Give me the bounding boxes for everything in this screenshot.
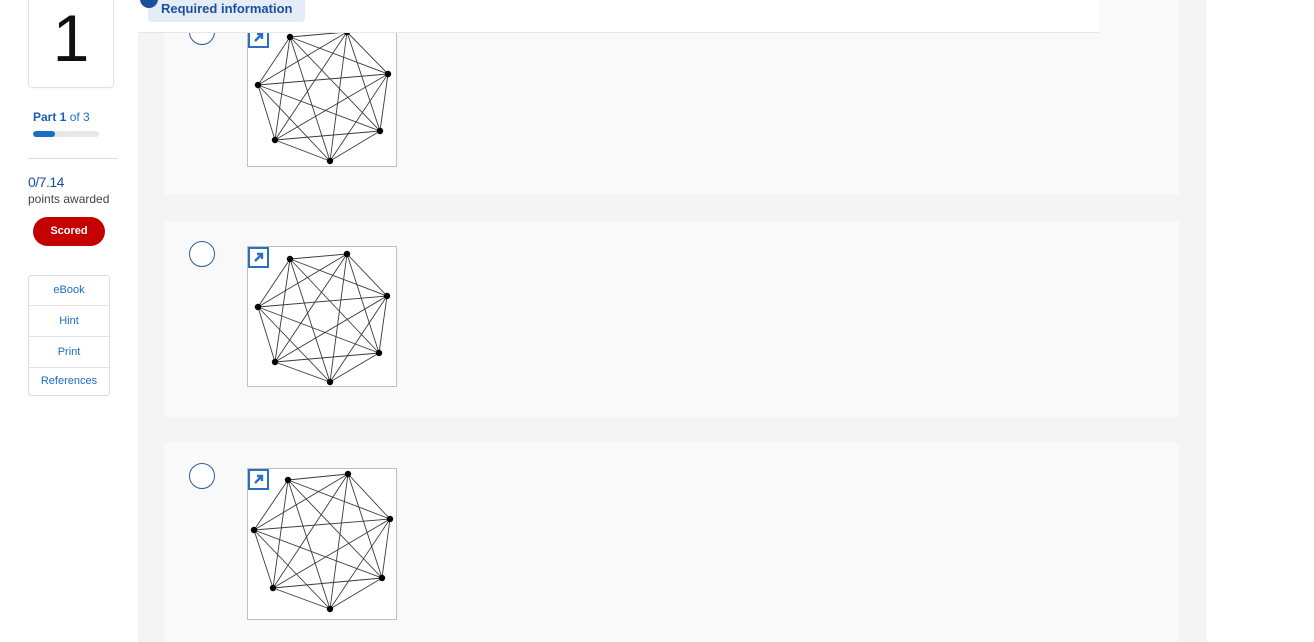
graph-edge xyxy=(347,473,383,579)
option-3-graph-image xyxy=(250,470,394,613)
graph-edge xyxy=(257,253,348,308)
graph-vertex xyxy=(254,81,262,89)
graph-edge xyxy=(253,518,391,531)
graph-edge xyxy=(274,139,331,162)
ebook-button[interactable]: eBook xyxy=(29,276,109,306)
references-button[interactable]: References xyxy=(29,368,109,395)
graph-vertex xyxy=(284,476,292,484)
graph-edge xyxy=(329,473,349,610)
tools-panel: eBook Hint Print References xyxy=(28,275,110,396)
graph-vertex xyxy=(386,515,394,523)
graph-vertex xyxy=(384,70,392,78)
part-progress-bar xyxy=(33,131,99,137)
graph-vertex xyxy=(250,526,258,534)
graph-edge xyxy=(272,577,383,589)
part-total: of 3 xyxy=(69,110,90,124)
graph-edge xyxy=(253,529,274,589)
header-bar: Required information xyxy=(138,0,1099,33)
question-number-card: 1 xyxy=(28,0,114,88)
graph-edge xyxy=(257,84,381,132)
answer-option-3 xyxy=(164,443,1179,642)
graph-edge xyxy=(289,258,331,383)
graph-edge xyxy=(287,479,391,520)
print-button[interactable]: Print xyxy=(29,337,109,368)
hint-button[interactable]: Hint xyxy=(29,306,109,337)
scored-badge: Scored xyxy=(33,217,105,246)
graph-edge xyxy=(378,295,388,354)
expand-icon[interactable] xyxy=(248,247,269,268)
part-current: Part 1 xyxy=(33,110,67,124)
graph-vertex xyxy=(326,605,334,613)
graph-edge xyxy=(289,253,348,260)
graph-vertex xyxy=(378,574,386,582)
graph-edge xyxy=(329,295,388,383)
option-2-graph-figure xyxy=(247,246,397,387)
graph-edge xyxy=(257,73,389,86)
graph-edge xyxy=(272,518,391,589)
graph-edge xyxy=(257,306,331,383)
graph-edge xyxy=(287,479,331,610)
graph-edge xyxy=(329,73,389,162)
graph-vertex xyxy=(254,303,262,311)
graph-edge xyxy=(289,258,388,297)
graph-vertex xyxy=(286,33,294,41)
graph-edge xyxy=(329,518,391,610)
graph-edge xyxy=(346,31,389,75)
graph-edge xyxy=(289,36,381,132)
graph-edge xyxy=(257,84,331,162)
graph-edge xyxy=(257,84,276,141)
expand-icon[interactable] xyxy=(248,469,269,490)
graph-edge xyxy=(274,352,380,363)
graph-edge xyxy=(379,73,389,132)
graph-edge xyxy=(329,577,383,610)
graph-vertex xyxy=(343,250,351,258)
graph-vertex xyxy=(383,292,391,300)
graph-edge xyxy=(274,73,389,141)
graph-edge xyxy=(347,473,391,520)
graph-vertex xyxy=(269,584,277,592)
graph-edge xyxy=(381,518,391,579)
sidebar-divider xyxy=(28,158,118,159)
graph-edge xyxy=(274,36,291,141)
option-3-graph-figure xyxy=(247,468,397,620)
score-value: 0/7.14 xyxy=(28,174,64,190)
graph-vertex xyxy=(271,136,279,144)
part-indicator: Part 1 of 3 xyxy=(33,110,90,124)
graph-vertex xyxy=(375,349,383,357)
graph-edge xyxy=(329,253,348,383)
graph-vertex xyxy=(286,255,294,263)
option-3-radio[interactable] xyxy=(189,463,215,489)
question-number: 1 xyxy=(52,1,90,75)
graph-edge xyxy=(257,295,388,308)
graph-vertex xyxy=(326,378,334,386)
answer-option-2 xyxy=(164,221,1179,417)
graph-edge xyxy=(274,361,331,383)
part-progress-fill xyxy=(33,131,55,137)
graph-edge xyxy=(272,587,331,610)
graph-edge xyxy=(274,31,348,141)
graph-vertex xyxy=(271,358,279,366)
graph-edge xyxy=(329,352,380,383)
graph-edge xyxy=(329,31,348,162)
graph-vertex xyxy=(344,470,352,478)
option-1-graph-figure xyxy=(247,26,397,167)
graph-vertex xyxy=(326,157,334,165)
graph-edge xyxy=(274,258,291,363)
option-2-graph-image xyxy=(254,250,391,386)
score-caption: points awarded xyxy=(28,192,110,206)
graph-edge xyxy=(274,295,388,363)
graph-edge xyxy=(289,36,389,75)
graph-edge xyxy=(253,529,331,610)
graph-edge xyxy=(346,253,388,297)
option-1-graph-image xyxy=(254,28,392,165)
graph-vertex xyxy=(376,127,384,135)
graph-edge xyxy=(329,130,381,162)
required-information-tab[interactable]: Required information xyxy=(148,0,306,22)
option-2-radio[interactable] xyxy=(189,241,215,267)
graph-edge xyxy=(274,130,381,141)
graph-edge xyxy=(272,479,289,589)
